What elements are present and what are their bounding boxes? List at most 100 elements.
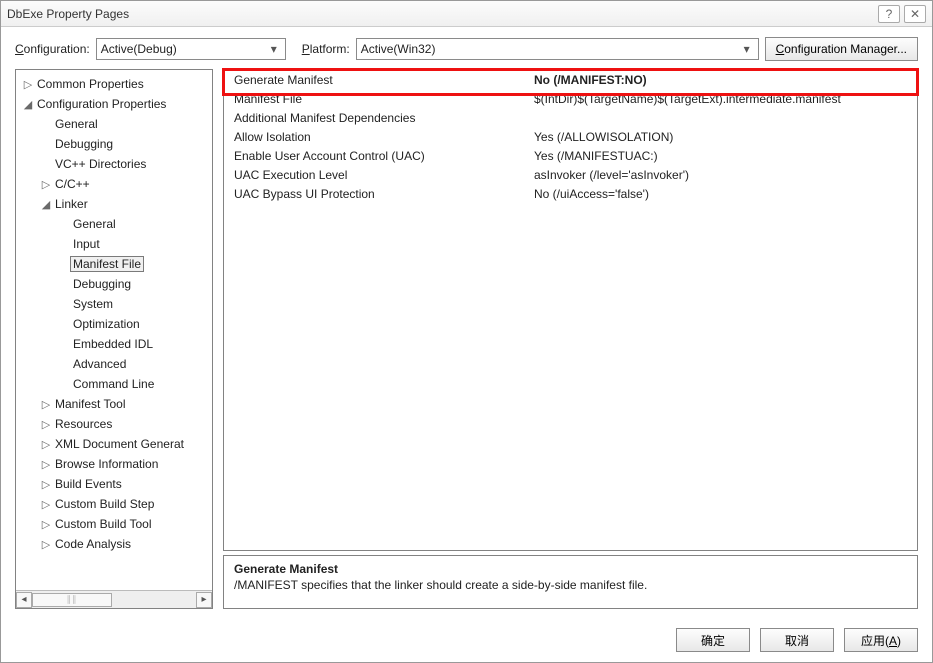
configuration-label: Configuration: <box>15 42 90 56</box>
tree-item-label: Input <box>70 236 103 252</box>
tree-item[interactable]: Input <box>16 234 212 254</box>
tree-item[interactable]: ▷Resources <box>16 414 212 434</box>
tree-item[interactable]: General <box>16 114 212 134</box>
tree-item-label: Debugging <box>52 136 116 152</box>
property-value[interactable]: Yes (/ALLOWISOLATION) <box>534 130 917 144</box>
property-name: UAC Bypass UI Protection <box>224 187 534 201</box>
property-name: Allow Isolation <box>224 130 534 144</box>
scroll-track[interactable]: ∥∥ <box>32 592 196 608</box>
tree-item-label: Common Properties <box>34 76 147 92</box>
property-value[interactable]: No (/MANIFEST:NO) <box>534 73 917 87</box>
description-panel: Generate Manifest /MANIFEST specifies th… <box>223 555 918 609</box>
property-name: Generate Manifest <box>224 73 534 87</box>
tree-item[interactable]: ▷Build Events <box>16 474 212 494</box>
property-value[interactable]: Yes (/MANIFESTUAC:) <box>534 149 917 163</box>
platform-value: Active(Win32) <box>361 42 740 56</box>
property-row[interactable]: Manifest File$(IntDir)$(TargetName)$(Tar… <box>224 89 917 108</box>
tree-item-label: Code Analysis <box>52 536 134 552</box>
tree-item[interactable]: ▷Code Analysis <box>16 534 212 554</box>
property-row[interactable]: Additional Manifest Dependencies <box>224 108 917 127</box>
tree-item-label: Custom Build Step <box>52 496 157 512</box>
property-row[interactable]: Allow IsolationYes (/ALLOWISOLATION) <box>224 127 917 146</box>
tree-item[interactable]: Optimization <box>16 314 212 334</box>
tree-twisty-icon[interactable]: ▷ <box>22 78 34 91</box>
tree-item-label: VC++ Directories <box>52 156 149 172</box>
tree-item-label: Custom Build Tool <box>52 516 155 532</box>
tree-twisty-icon[interactable]: ◢ <box>40 198 52 211</box>
tree-item-label: Browse Information <box>52 456 161 472</box>
config-toolbar: Configuration: Active(Debug) ▾ Platform:… <box>1 27 932 69</box>
close-button[interactable]: ✕ <box>904 5 926 23</box>
property-row[interactable]: UAC Bypass UI ProtectionNo (/uiAccess='f… <box>224 184 917 203</box>
scroll-thumb[interactable]: ∥∥ <box>32 593 112 607</box>
dialog-footer: 确定 取消 应用(A) <box>676 628 918 652</box>
tree-item[interactable]: ▷C/C++ <box>16 174 212 194</box>
tree-twisty-icon[interactable]: ▷ <box>40 538 52 551</box>
property-value[interactable]: No (/uiAccess='false') <box>534 187 917 201</box>
tree-item[interactable]: ▷Manifest Tool <box>16 394 212 414</box>
tree-twisty-icon[interactable]: ▷ <box>40 478 52 491</box>
cancel-button[interactable]: 取消 <box>760 628 834 652</box>
tree-item-label: Manifest File <box>70 256 144 272</box>
property-name: UAC Execution Level <box>224 168 534 182</box>
tree-twisty-icon[interactable]: ▷ <box>40 418 52 431</box>
tree-twisty-icon[interactable]: ▷ <box>40 438 52 451</box>
tree-item[interactable]: ▷Common Properties <box>16 74 212 94</box>
tree-item-label: XML Document Generat <box>52 436 187 452</box>
tree-item[interactable]: Debugging <box>16 134 212 154</box>
tree-item[interactable]: ▷XML Document Generat <box>16 434 212 454</box>
tree-item[interactable]: ▷Custom Build Step <box>16 494 212 514</box>
tree-item[interactable]: Advanced <box>16 354 212 374</box>
description-title: Generate Manifest <box>234 562 907 576</box>
tree-item[interactable]: General <box>16 214 212 234</box>
tree-item-label: General <box>70 216 119 232</box>
property-name: Manifest File <box>224 92 534 106</box>
tree-twisty-icon[interactable]: ▷ <box>40 498 52 511</box>
apply-button[interactable]: 应用(A) <box>844 628 918 652</box>
tree-twisty-icon[interactable]: ◢ <box>22 98 34 111</box>
tree-item-label: Advanced <box>70 356 129 372</box>
tree-item[interactable]: ◢Linker <box>16 194 212 214</box>
platform-label: Platform: <box>302 42 350 56</box>
tree-item[interactable]: System <box>16 294 212 314</box>
tree-item[interactable]: ▷Custom Build Tool <box>16 514 212 534</box>
tree-item-label: Configuration Properties <box>34 96 169 112</box>
description-text: /MANIFEST specifies that the linker shou… <box>234 578 907 592</box>
property-value[interactable]: $(IntDir)$(TargetName)$(TargetExt).inter… <box>534 92 917 106</box>
configuration-value: Active(Debug) <box>101 42 267 56</box>
property-row[interactable]: Generate ManifestNo (/MANIFEST:NO) <box>224 70 917 89</box>
tree-item-label: Linker <box>52 196 91 212</box>
help-button[interactable]: ? <box>878 5 900 23</box>
tree-item[interactable]: Manifest File <box>16 254 212 274</box>
scroll-right-icon[interactable]: ▸ <box>196 592 212 608</box>
ok-button[interactable]: 确定 <box>676 628 750 652</box>
tree-twisty-icon[interactable]: ▷ <box>40 178 52 191</box>
tree-item[interactable]: ◢Configuration Properties <box>16 94 212 114</box>
property-value[interactable]: asInvoker (/level='asInvoker') <box>534 168 917 182</box>
tree-twisty-icon[interactable]: ▷ <box>40 458 52 471</box>
configuration-manager-button[interactable]: Configuration Manager... <box>765 37 918 61</box>
tree-item-label: Manifest Tool <box>52 396 128 412</box>
tree-horizontal-scrollbar[interactable]: ◂ ∥∥ ▸ <box>16 590 212 608</box>
tree-item[interactable]: VC++ Directories <box>16 154 212 174</box>
tree-item[interactable]: Embedded IDL <box>16 334 212 354</box>
platform-combo[interactable]: Active(Win32) ▾ <box>356 38 759 60</box>
tree-item[interactable]: ▷Browse Information <box>16 454 212 474</box>
category-tree-panel: ▷Common Properties◢Configuration Propert… <box>15 69 213 609</box>
property-name: Additional Manifest Dependencies <box>224 111 534 125</box>
chevron-down-icon: ▾ <box>740 42 754 56</box>
scroll-left-icon[interactable]: ◂ <box>16 592 32 608</box>
configuration-combo[interactable]: Active(Debug) ▾ <box>96 38 286 60</box>
tree-item[interactable]: Debugging <box>16 274 212 294</box>
tree-item[interactable]: Command Line <box>16 374 212 394</box>
tree-item-label: Optimization <box>70 316 143 332</box>
property-name: Enable User Account Control (UAC) <box>224 149 534 163</box>
property-row[interactable]: UAC Execution LevelasInvoker (/level='as… <box>224 165 917 184</box>
tree-item-label: C/C++ <box>52 176 93 192</box>
category-tree[interactable]: ▷Common Properties◢Configuration Propert… <box>16 70 212 590</box>
property-grid[interactable]: Generate ManifestNo (/MANIFEST:NO)Manife… <box>224 70 917 203</box>
title-bar: DbExe Property Pages ? ✕ <box>1 1 932 27</box>
property-row[interactable]: Enable User Account Control (UAC)Yes (/M… <box>224 146 917 165</box>
tree-twisty-icon[interactable]: ▷ <box>40 398 52 411</box>
tree-twisty-icon[interactable]: ▷ <box>40 518 52 531</box>
